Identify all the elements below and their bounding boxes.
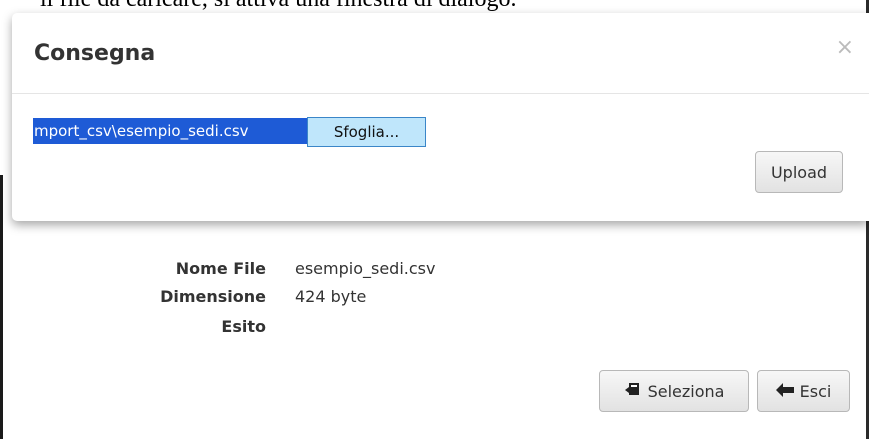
close-icon[interactable]: ×: [836, 35, 854, 60]
document-text: il file da caricare, si attiva una fines…: [40, 0, 516, 13]
info-label-result: Esito: [221, 317, 266, 336]
browse-button[interactable]: Sfoglia...: [307, 117, 426, 147]
file-info-panel: Nome File esempio_sedi.csv Dimensione 42…: [3, 200, 866, 439]
info-label-filename: Nome File: [175, 259, 266, 278]
select-button-label: Seleziona: [647, 381, 725, 401]
info-row-filename: Nome File esempio_sedi.csv: [3, 259, 866, 283]
select-button[interactable]: Seleziona: [599, 370, 749, 412]
modal-title: Consegna: [34, 41, 156, 66]
info-row-size: Dimensione 424 byte: [3, 287, 866, 311]
upload-button[interactable]: Upload: [755, 151, 843, 193]
info-value-size: 424 byte: [295, 287, 367, 306]
info-row-result: Esito: [3, 317, 866, 341]
upload-modal: Consegna × mport_csv\esempio_sedi.csv Sf…: [12, 13, 869, 221]
exit-button[interactable]: Esci: [757, 370, 850, 412]
select-file-icon: [624, 381, 642, 401]
info-label-size: Dimensione: [160, 287, 266, 306]
exit-button-label: Esci: [799, 381, 832, 401]
info-value-filename: esempio_sedi.csv: [295, 259, 436, 278]
modal-header: Consegna ×: [12, 13, 869, 94]
file-input[interactable]: mport_csv\esempio_sedi.csv: [33, 118, 316, 144]
arrow-left-icon: [775, 382, 794, 401]
